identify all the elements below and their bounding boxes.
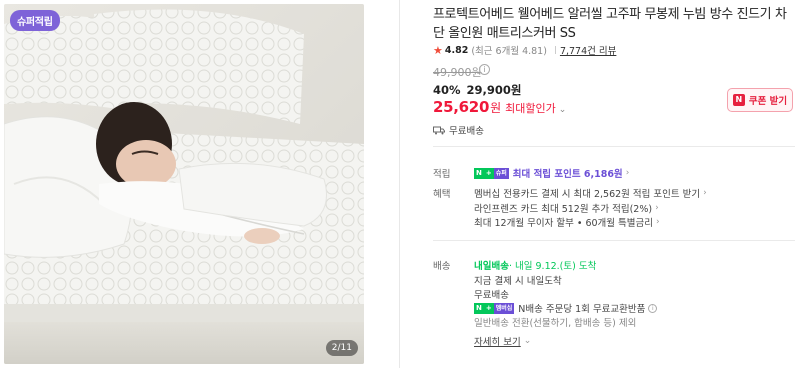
panel-divider (399, 0, 400, 368)
chevron-right-icon: › (656, 217, 660, 227)
sale-price: 29,900원 (466, 83, 522, 97)
max-discount-price: 25,620 (433, 98, 490, 116)
arrival-date: · 내일 9.12.(토) 도착 (508, 261, 597, 272)
delivery-tomorrow-row: 내일배송 · 내일 9.12.(토) 도착 (474, 258, 596, 272)
product-photo (4, 4, 364, 364)
original-price: 49,900원 (433, 66, 482, 79)
truck-icon (433, 126, 445, 134)
review-count-link[interactable]: 7,774건 리뷰 (560, 43, 616, 57)
return-row: N + 멤버십 N배송 주문당 1회 무료교환반품 i (474, 301, 658, 315)
free-return-text: N배송 주문당 1회 무료교환반품 (518, 304, 646, 315)
sale-price-row: 40% 29,900원 (433, 82, 522, 98)
accumulate-label: 적립 (433, 169, 451, 180)
info-icon[interactable]: i (648, 303, 658, 313)
section-divider (433, 146, 795, 147)
benefit-item[interactable]: 멤버십 전용카드 결제 시 최대 2,562원 적립 포인트 받기 › (474, 186, 707, 200)
delivery-line: 지금 결제 시 내일도착 (474, 276, 562, 287)
rating-recent: (최근 6개월 4.81) (471, 46, 547, 57)
details-link-row[interactable]: 자세히 보기 ⌄ (474, 334, 531, 348)
chevron-down-icon: ⌄ (523, 336, 532, 346)
rating-row: ★ 4.82 (최근 6개월 4.81) 7,774건 리뷰 (433, 43, 616, 58)
product-image[interactable]: 슈퍼적립 2/11 (4, 4, 364, 364)
npay-membership-badge: N + 멤버십 (474, 302, 515, 314)
coupon-button[interactable]: N 쿠폰 받기 (727, 88, 793, 112)
max-discount-unit: 원 (490, 101, 502, 115)
chevron-right-icon: › (625, 168, 630, 178)
chevron-right-icon: › (703, 188, 707, 198)
benefit-item[interactable]: 라인프렌즈 카드 최대 512원 추가 적립(2%) › (474, 201, 659, 215)
divider (554, 46, 556, 54)
discount-rate: 40% (433, 83, 461, 97)
npay-super-badge: N + 슈퍼 (474, 167, 509, 179)
accumulate-row[interactable]: N + 슈퍼 최대 적립 포인트 6,186원 › (474, 166, 629, 180)
rating-score: 4.82 (444, 44, 469, 56)
benefit-label: 혜택 (433, 189, 451, 200)
max-discount-label: 최대할인가 (505, 102, 556, 115)
shipping-summary: 무료배송 (433, 123, 484, 137)
chevron-right-icon: › (655, 203, 659, 213)
max-discount-row[interactable]: 25,620 원 최대할인가 ⌄ (433, 98, 566, 116)
naver-logo-icon: N (732, 94, 745, 106)
benefit-item[interactable]: 최대 12개월 무이자 할부 • 60개월 특별금리 › (474, 215, 660, 229)
image-counter: 2/11 (325, 340, 358, 356)
free-shipping-text: 무료배송 (449, 126, 484, 137)
see-details-link[interactable]: 자세히 보기 (474, 334, 521, 348)
star-icon: ★ (433, 43, 443, 57)
super-points-badge: 슈퍼적립 (10, 10, 60, 31)
delivery-label: 배송 (433, 261, 451, 272)
chevron-down-icon: ⌄ (558, 105, 567, 115)
section-divider (433, 240, 795, 241)
delivery-note: 일반배송 전환(선물하기, 합배송 등) 제외 (474, 318, 637, 329)
coupon-label: 쿠폰 받기 (748, 96, 788, 107)
delivery-line: 무료배송 (474, 290, 509, 301)
info-icon[interactable]: i (479, 64, 490, 75)
max-points-text: 최대 적립 포인트 6,186원 (512, 169, 623, 180)
product-title: 프로텍트어베드 웰어베드 알러씰 고주파 무봉제 누빔 방수 진드기 차단 올인… (433, 7, 787, 41)
tomorrow-delivery-badge: 내일배송 (474, 261, 509, 272)
